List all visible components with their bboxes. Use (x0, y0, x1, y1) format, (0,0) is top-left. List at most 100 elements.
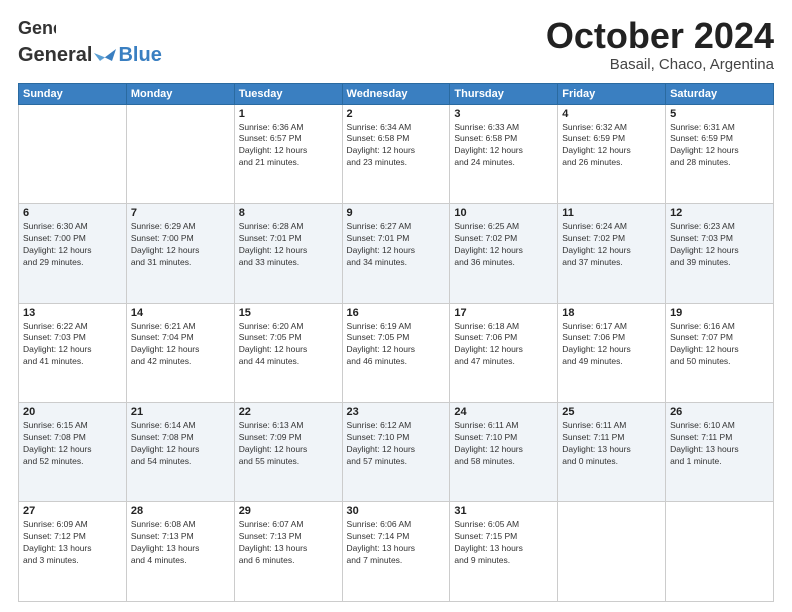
calendar-cell: 17 Sunrise: 6:18 AMSunset: 7:06 PMDayligh… (450, 303, 558, 402)
day-info: Sunrise: 6:17 AMSunset: 7:06 PMDaylight:… (562, 321, 661, 369)
day-info: Sunrise: 6:05 AMSunset: 7:15 PMDaylight:… (454, 519, 553, 567)
day-number: 4 (562, 108, 661, 120)
day-number: 3 (454, 108, 553, 120)
calendar-cell: 1Sunrise: 6:36 AMSunset: 6:57 PMDaylight… (234, 104, 342, 203)
calendar-header-thursday: Thursday (450, 83, 558, 104)
day-number: 1 (239, 108, 338, 120)
calendar-header-monday: Monday (126, 83, 234, 104)
calendar-cell: 12 Sunrise: 6:23 AMSunset: 7:03 PMDayligh… (666, 204, 774, 303)
day-number: 21 (131, 406, 230, 418)
day-number: 19 (670, 307, 769, 319)
day-number: 5 (670, 108, 769, 120)
page: General General Blue October 2024 Basail… (0, 0, 792, 612)
day-number: 16 (347, 307, 446, 319)
calendar-cell: 3 Sunrise: 6:33 AMSunset: 6:58 PMDaylight… (450, 104, 558, 203)
calendar-cell: 25 Sunrise: 6:11 AMSunset: 7:11 PMDayligh… (558, 403, 666, 502)
logo: General General Blue (18, 16, 162, 67)
calendar-week-row: 27Sunrise: 6:09 AMSunset: 7:12 PMDayligh… (19, 502, 774, 602)
day-info: Sunrise: 6:31 AMSunset: 6:59 PMDaylight:… (670, 122, 769, 170)
day-number: 25 (562, 406, 661, 418)
day-number: 22 (239, 406, 338, 418)
calendar-cell: 8 Sunrise: 6:28 AMSunset: 7:01 PMDaylight… (234, 204, 342, 303)
day-number: 26 (670, 406, 769, 418)
calendar-cell (558, 502, 666, 602)
logo-icon: General (18, 16, 56, 44)
calendar-cell: 7 Sunrise: 6:29 AMSunset: 7:00 PMDaylight… (126, 204, 234, 303)
calendar-week-row: 1Sunrise: 6:36 AMSunset: 6:57 PMDaylight… (19, 104, 774, 203)
calendar-cell: 9Sunrise: 6:27 AMSunset: 7:01 PMDaylight… (342, 204, 450, 303)
day-info: Sunrise: 6:22 AMSunset: 7:03 PMDaylight:… (23, 321, 122, 369)
calendar-cell: 31 Sunrise: 6:05 AMSunset: 7:15 PMDayligh… (450, 502, 558, 602)
day-info: Sunrise: 6:10 AMSunset: 7:11 PMDaylight:… (670, 420, 769, 468)
calendar-cell (126, 104, 234, 203)
calendar-cell: 10 Sunrise: 6:25 AMSunset: 7:02 PMDayligh… (450, 204, 558, 303)
calendar-cell: 21 Sunrise: 6:14 AMSunset: 7:08 PMDayligh… (126, 403, 234, 502)
logo-bird-icon (94, 47, 116, 65)
calendar-table: SundayMondayTuesdayWednesdayThursdayFrid… (18, 83, 774, 602)
day-info: Sunrise: 6:16 AMSunset: 7:07 PMDaylight:… (670, 321, 769, 369)
day-info: Sunrise: 6:19 AMSunset: 7:05 PMDaylight:… (347, 321, 446, 369)
day-info: Sunrise: 6:33 AMSunset: 6:58 PMDaylight:… (454, 122, 553, 170)
day-info: Sunrise: 6:20 AMSunset: 7:05 PMDaylight:… (239, 321, 338, 369)
calendar-cell: 4 Sunrise: 6:32 AMSunset: 6:59 PMDaylight… (558, 104, 666, 203)
day-info: Sunrise: 6:27 AMSunset: 7:01 PMDaylight:… (347, 221, 446, 269)
day-number: 20 (23, 406, 122, 418)
logo-general: General (18, 44, 92, 67)
day-info: Sunrise: 6:29 AMSunset: 7:00 PMDaylight:… (131, 221, 230, 269)
month-title: October 2024 (546, 16, 774, 56)
calendar-header-friday: Friday (558, 83, 666, 104)
day-info: Sunrise: 6:11 AMSunset: 7:11 PMDaylight:… (562, 420, 661, 468)
calendar-cell: 24 Sunrise: 6:11 AMSunset: 7:10 PMDayligh… (450, 403, 558, 502)
day-number: 18 (562, 307, 661, 319)
calendar-cell (19, 104, 127, 203)
calendar-cell: 13 Sunrise: 6:22 AMSunset: 7:03 PMDayligh… (19, 303, 127, 402)
calendar-week-row: 13 Sunrise: 6:22 AMSunset: 7:03 PMDayligh… (19, 303, 774, 402)
day-number: 17 (454, 307, 553, 319)
calendar-header-wednesday: Wednesday (342, 83, 450, 104)
day-info: Sunrise: 6:24 AMSunset: 7:02 PMDaylight:… (562, 221, 661, 269)
day-info: Sunrise: 6:07 AMSunset: 7:13 PMDaylight:… (239, 519, 338, 567)
day-info: Sunrise: 6:06 AMSunset: 7:14 PMDaylight:… (347, 519, 446, 567)
day-info: Sunrise: 6:18 AMSunset: 7:06 PMDaylight:… (454, 321, 553, 369)
day-number: 30 (347, 505, 446, 517)
day-info: Sunrise: 6:11 AMSunset: 7:10 PMDaylight:… (454, 420, 553, 468)
calendar-cell: 6Sunrise: 6:30 AMSunset: 7:00 PMDaylight… (19, 204, 127, 303)
calendar-cell: 23Sunrise: 6:12 AMSunset: 7:10 PMDayligh… (342, 403, 450, 502)
calendar-cell: 29 Sunrise: 6:07 AMSunset: 7:13 PMDayligh… (234, 502, 342, 602)
day-info: Sunrise: 6:08 AMSunset: 7:13 PMDaylight:… (131, 519, 230, 567)
calendar-cell: 15Sunrise: 6:20 AMSunset: 7:05 PMDayligh… (234, 303, 342, 402)
day-info: Sunrise: 6:21 AMSunset: 7:04 PMDaylight:… (131, 321, 230, 369)
calendar-cell: 18 Sunrise: 6:17 AMSunset: 7:06 PMDayligh… (558, 303, 666, 402)
calendar-cell: 27Sunrise: 6:09 AMSunset: 7:12 PMDayligh… (19, 502, 127, 602)
day-info: Sunrise: 6:30 AMSunset: 7:00 PMDaylight:… (23, 221, 122, 269)
day-number: 13 (23, 307, 122, 319)
day-info: Sunrise: 6:34 AMSunset: 6:58 PMDaylight:… (347, 122, 446, 170)
calendar-cell: 2Sunrise: 6:34 AMSunset: 6:58 PMDaylight… (342, 104, 450, 203)
day-info: Sunrise: 6:28 AMSunset: 7:01 PMDaylight:… (239, 221, 338, 269)
location-subtitle: Basail, Chaco, Argentina (546, 56, 774, 73)
day-info: Sunrise: 6:14 AMSunset: 7:08 PMDaylight:… (131, 420, 230, 468)
calendar-header-saturday: Saturday (666, 83, 774, 104)
day-info: Sunrise: 6:13 AMSunset: 7:09 PMDaylight:… (239, 420, 338, 468)
calendar-cell: 16 Sunrise: 6:19 AMSunset: 7:05 PMDayligh… (342, 303, 450, 402)
logo-blue: Blue (118, 44, 161, 67)
calendar-cell: 11Sunrise: 6:24 AMSunset: 7:02 PMDayligh… (558, 204, 666, 303)
day-info: Sunrise: 6:32 AMSunset: 6:59 PMDaylight:… (562, 122, 661, 170)
calendar-week-row: 20Sunrise: 6:15 AMSunset: 7:08 PMDayligh… (19, 403, 774, 502)
calendar-header-sunday: Sunday (19, 83, 127, 104)
calendar-cell: 20Sunrise: 6:15 AMSunset: 7:08 PMDayligh… (19, 403, 127, 502)
day-number: 12 (670, 207, 769, 219)
day-info: Sunrise: 6:25 AMSunset: 7:02 PMDaylight:… (454, 221, 553, 269)
day-info: Sunrise: 6:23 AMSunset: 7:03 PMDaylight:… (670, 221, 769, 269)
day-number: 8 (239, 207, 338, 219)
day-number: 31 (454, 505, 553, 517)
day-number: 7 (131, 207, 230, 219)
day-number: 23 (347, 406, 446, 418)
day-number: 24 (454, 406, 553, 418)
calendar-cell: 5 Sunrise: 6:31 AMSunset: 6:59 PMDaylight… (666, 104, 774, 203)
day-number: 10 (454, 207, 553, 219)
day-number: 14 (131, 307, 230, 319)
day-number: 29 (239, 505, 338, 517)
calendar-header-tuesday: Tuesday (234, 83, 342, 104)
calendar-week-row: 6Sunrise: 6:30 AMSunset: 7:00 PMDaylight… (19, 204, 774, 303)
